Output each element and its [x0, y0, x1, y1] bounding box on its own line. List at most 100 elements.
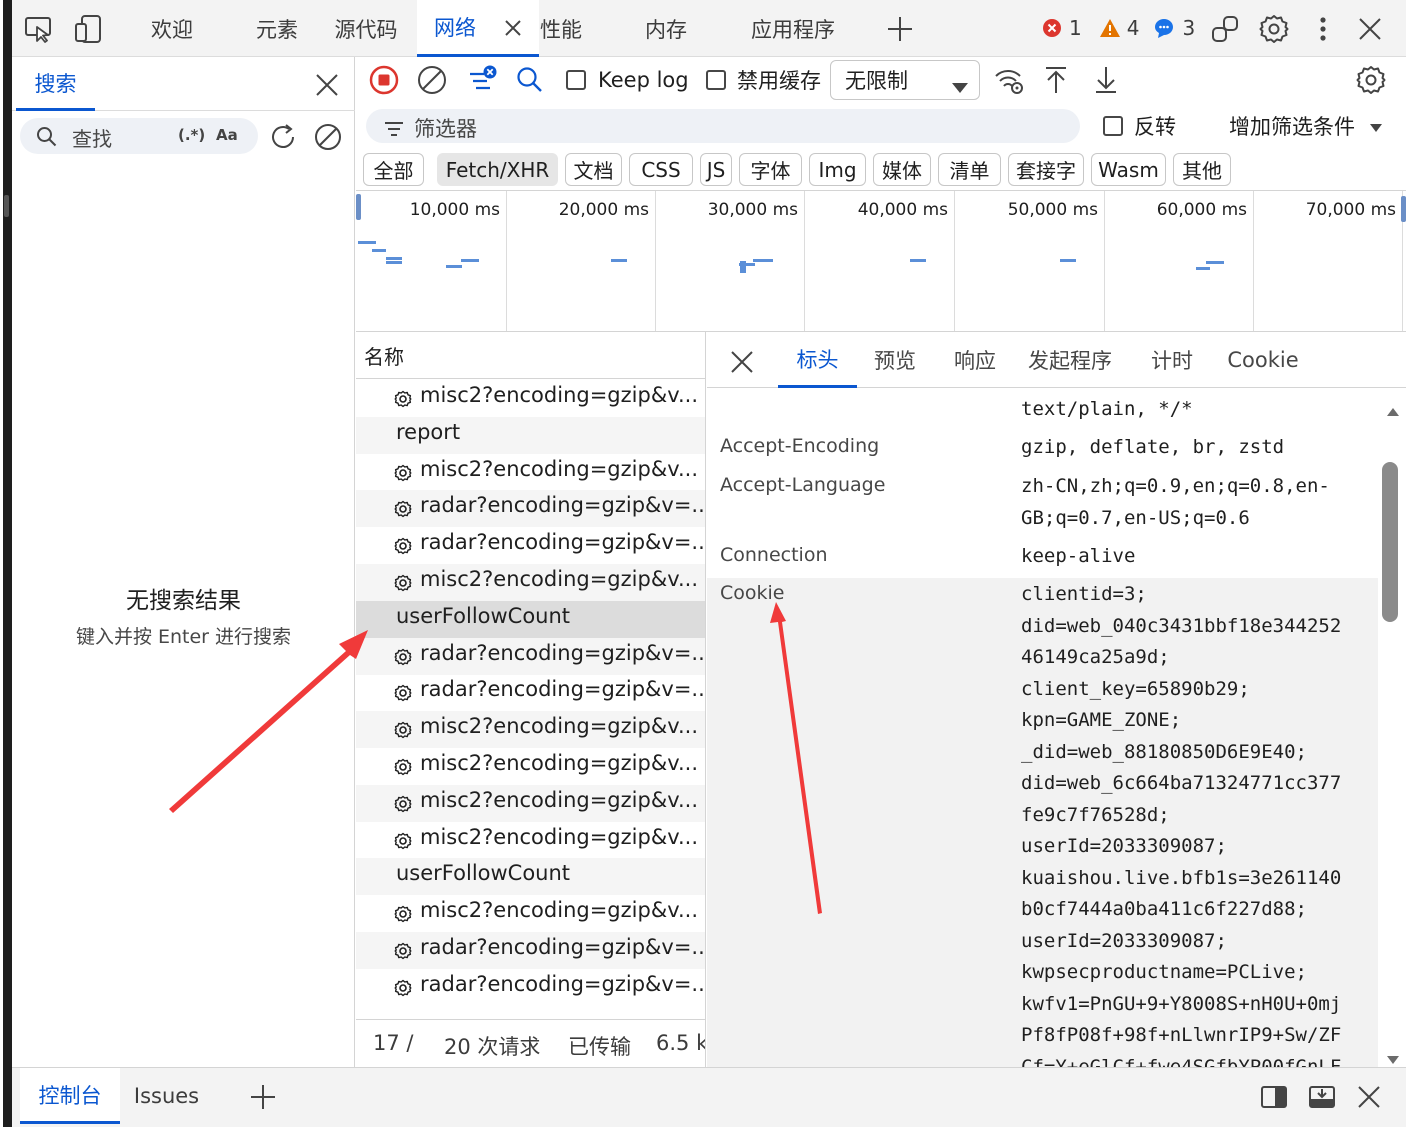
timeline-gridline: [655, 191, 656, 331]
dock-side-icon[interactable]: [1258, 1082, 1290, 1112]
devtools-main-tabbar: 欢迎 元素 源代码 网络 性能 内存 应用程序 1 4 3: [12, 0, 1406, 57]
search-input[interactable]: 查找 (.*) Aa: [20, 118, 258, 154]
type-filter-chip[interactable]: 套接字: [1008, 153, 1084, 186]
tab-headers[interactable]: 标头: [778, 332, 857, 388]
request-row[interactable]: misc2?encoding=gzip&v...: [356, 822, 705, 859]
tab-label: 应用程序: [751, 17, 835, 42]
name-column-header[interactable]: 名称: [356, 332, 705, 379]
request-row[interactable]: misc2?encoding=gzip&v...: [356, 564, 705, 601]
customize-ai-icon[interactable]: [1208, 13, 1242, 45]
tab-network[interactable]: 网络: [417, 0, 539, 57]
type-filter-chip[interactable]: 其他: [1173, 153, 1231, 186]
request-row[interactable]: radar?encoding=gzip&v=...: [356, 527, 705, 564]
disable-cache-checkbox[interactable]: 禁用缓存: [706, 66, 821, 94]
type-filter-chip[interactable]: Img: [809, 153, 866, 186]
request-row[interactable]: misc2?encoding=gzip&v...: [356, 895, 705, 932]
request-row[interactable]: radar?encoding=gzip&v=...: [356, 932, 705, 969]
tab-performance[interactable]: 性能: [532, 0, 590, 57]
tab-issues[interactable]: Issues: [124, 1068, 209, 1124]
keep-log-checkbox[interactable]: Keep log: [566, 66, 689, 94]
overview-drag-handle[interactable]: [1401, 196, 1406, 222]
service-worker-gear-icon: [394, 573, 412, 597]
request-row[interactable]: report: [356, 416, 705, 454]
checkbox-box: [1103, 116, 1123, 136]
request-row[interactable]: radar?encoding=gzip&v=...: [356, 674, 705, 711]
request-row[interactable]: misc2?encoding=gzip&v...: [356, 784, 705, 822]
clear-log-icon[interactable]: [416, 64, 448, 96]
network-conditions-icon[interactable]: [992, 63, 1026, 97]
scrollbar-thumb[interactable]: [1382, 462, 1398, 622]
regex-toggle[interactable]: (.*): [178, 126, 205, 144]
tab-label: 元素: [256, 17, 298, 42]
add-drawer-tab-plus-icon[interactable]: [248, 1082, 278, 1112]
invert-checkbox[interactable]: 反转: [1103, 112, 1176, 140]
request-name: userFollowCount: [396, 603, 571, 628]
tab-timing[interactable]: 计时: [1140, 332, 1204, 388]
tab-welcome[interactable]: 欢迎: [142, 0, 202, 57]
overview-drag-handle[interactable]: [356, 194, 361, 220]
timeline-request-bar: [446, 265, 462, 268]
service-worker-gear-icon: [394, 499, 412, 523]
more-filters-dropdown[interactable]: 增加筛选条件: [1229, 112, 1383, 140]
tab-application[interactable]: 应用程序: [745, 0, 841, 57]
tab-console[interactable]: 控制台: [20, 1068, 120, 1124]
tab-memory[interactable]: 内存: [636, 0, 696, 57]
refresh-icon[interactable]: [267, 121, 299, 153]
close-search-panel-icon[interactable]: [312, 70, 342, 100]
tab-search[interactable]: 搜索: [16, 57, 95, 111]
more-options-kebab-icon[interactable]: [1308, 13, 1338, 45]
detail-tabbar: 标头 预览 响应 发起程序 计时 Cookie: [707, 332, 1406, 388]
type-filter-chip[interactable]: Fetch/XHR: [437, 153, 558, 186]
filter-input[interactable]: 筛选器: [366, 109, 1080, 143]
tab-cookies[interactable]: Cookie: [1219, 332, 1307, 388]
type-filter-chip[interactable]: 字体: [739, 153, 802, 186]
request-row[interactable]: misc2?encoding=gzip&v...: [356, 454, 705, 491]
more-tabs-plus-icon[interactable]: [884, 13, 916, 45]
request-row[interactable]: misc2?encoding=gzip&v...: [356, 380, 705, 417]
stop-recording-icon[interactable]: [368, 64, 400, 96]
filter-options-icon[interactable]: [466, 63, 500, 95]
settings-gear-icon[interactable]: [1257, 12, 1291, 46]
import-har-upload-icon[interactable]: [1040, 63, 1072, 97]
close-devtools-icon[interactable]: [1354, 13, 1386, 45]
type-filter-chip[interactable]: 清单: [938, 153, 1001, 186]
clear-search-icon[interactable]: [312, 121, 344, 153]
throttling-select[interactable]: 无限制: [830, 60, 980, 100]
type-filter-chip[interactable]: 文档: [565, 153, 622, 186]
search-network-icon[interactable]: [514, 64, 546, 96]
type-filter-chip[interactable]: Wasm: [1091, 153, 1166, 186]
timeline-request-bar: [461, 259, 479, 262]
issue-counters[interactable]: 1 4 3: [1042, 14, 1195, 42]
match-case-toggle[interactable]: Aa: [216, 126, 238, 144]
close-detail-icon[interactable]: [727, 347, 757, 377]
checkbox-box: [706, 70, 726, 90]
type-filter-chip[interactable]: 全部: [363, 153, 424, 186]
inspect-element-icon[interactable]: [22, 13, 56, 45]
tab-elements[interactable]: 元素: [247, 0, 307, 57]
network-settings-gear-icon[interactable]: [1354, 63, 1388, 97]
close-tab-icon[interactable]: [503, 18, 523, 43]
tab-initiator[interactable]: 发起程序: [1022, 332, 1118, 388]
request-row[interactable]: radar?encoding=gzip&v=...: [356, 490, 705, 528]
scroll-up-icon[interactable]: [1386, 398, 1400, 422]
service-worker-gear-icon: [394, 941, 412, 965]
network-overview-timeline[interactable]: 10,000 ms 20,000 ms 30,000 ms 40,000 ms 50,0…: [356, 191, 1406, 332]
tab-response[interactable]: 响应: [943, 332, 1007, 388]
request-row[interactable]: radar?encoding=gzip&v=...: [356, 637, 705, 675]
request-row[interactable]: userFollowCount: [356, 858, 705, 896]
request-row[interactable]: radar?encoding=gzip&v=...: [356, 969, 705, 1006]
close-drawer-icon[interactable]: [1354, 1082, 1384, 1112]
tab-sources[interactable]: 源代码: [330, 0, 402, 57]
type-filter-chip[interactable]: JS: [700, 153, 732, 186]
type-filter-chip[interactable]: CSS: [629, 153, 693, 186]
dock-bottom-icon[interactable]: [1306, 1082, 1338, 1112]
export-har-download-icon[interactable]: [1090, 63, 1122, 97]
request-row[interactable]: userFollowCount: [356, 600, 705, 638]
request-row[interactable]: misc2?encoding=gzip&v...: [356, 748, 705, 785]
scroll-down-icon[interactable]: [1386, 1046, 1400, 1067]
request-row[interactable]: misc2?encoding=gzip&v...: [356, 711, 705, 749]
device-toolbar-icon[interactable]: [71, 12, 105, 46]
type-filter-chip[interactable]: 媒体: [873, 153, 931, 186]
request-name: userFollowCount: [396, 861, 571, 886]
tab-preview[interactable]: 预览: [863, 332, 927, 388]
